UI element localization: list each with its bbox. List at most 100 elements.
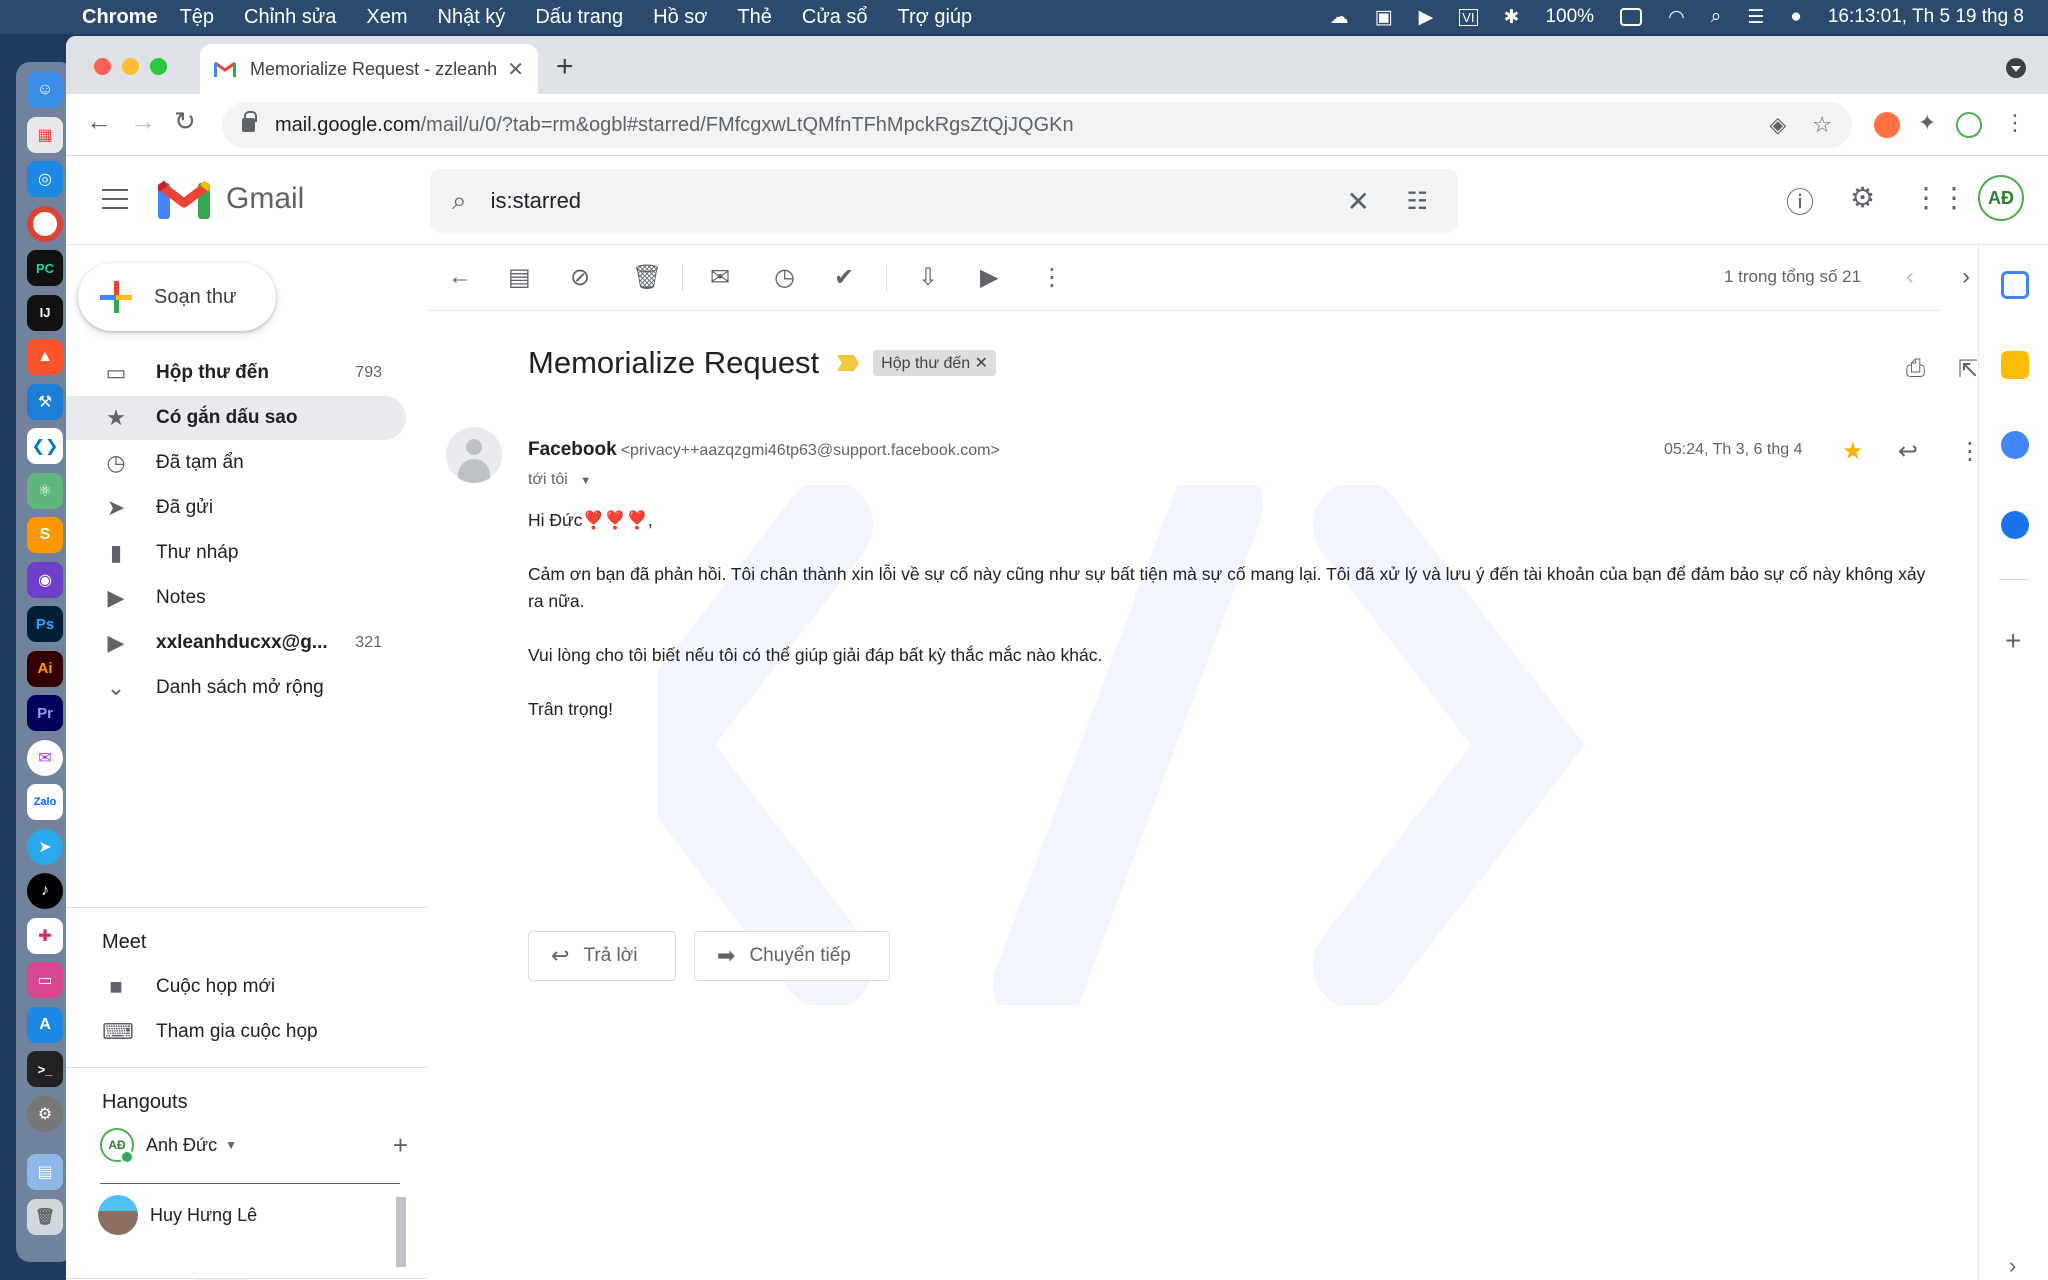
menu-help[interactable]: Trợ giúp	[898, 6, 973, 29]
hangouts-contact[interactable]: Huy Hưng Lê	[98, 1193, 398, 1237]
report-spam-icon[interactable]: ⊘	[570, 263, 590, 292]
settings-gear-icon[interactable]: ⚙	[1850, 181, 1875, 214]
preview-icon[interactable]: ▤	[27, 1154, 63, 1190]
back-to-list-icon[interactable]: ←	[448, 263, 472, 291]
account-avatar[interactable]: AĐ	[1978, 175, 2024, 221]
forward-button[interactable]: ➡ Chuyển tiếp	[694, 931, 890, 981]
meet-new-meeting[interactable]: ■ Cuộc họp mới	[66, 965, 406, 1009]
menu-tab[interactable]: Thẻ	[737, 6, 771, 29]
archive-icon[interactable]: ▤	[508, 263, 531, 292]
get-addons-plus-icon[interactable]: +	[2005, 625, 2021, 657]
add-task-icon[interactable]: ✔	[834, 263, 854, 292]
input-source-icon[interactable]: VI	[1459, 8, 1478, 26]
premiere-icon[interactable]: Pr	[27, 695, 63, 731]
chrome-icon[interactable]	[27, 205, 63, 242]
intellij-icon[interactable]: IJ	[27, 294, 63, 331]
chrome-menu-icon[interactable]: ⋮	[2004, 110, 2026, 136]
atom-icon[interactable]: ⚛	[27, 472, 63, 509]
pycharm-icon[interactable]: PC	[27, 250, 63, 286]
play-icon[interactable]: ▶	[1419, 6, 1434, 29]
reply-icon[interactable]: ↩	[1898, 437, 1918, 466]
print-icon[interactable]: ⎙	[1906, 355, 1925, 383]
tab-search-button[interactable]	[2006, 58, 2026, 78]
sidebar-item-starred[interactable]: ★ Có gắn dấu sao	[66, 396, 406, 440]
gmail-logo[interactable]: Gmail	[158, 179, 304, 219]
zalo-icon[interactable]: Zalo	[27, 784, 63, 820]
menu-view[interactable]: Xem	[366, 6, 407, 29]
compose-button[interactable]: Soạn thư	[78, 263, 276, 331]
mark-unread-icon[interactable]: ✉	[710, 263, 730, 292]
new-tab-button[interactable]: +	[556, 50, 574, 84]
menu-history[interactable]: Nhật ký	[438, 6, 506, 29]
hangouts-scrollbar[interactable]	[396, 1197, 406, 1267]
sidebar-item-sent[interactable]: ➤ Đã gửi	[66, 486, 406, 530]
profile-icon[interactable]	[1956, 112, 1982, 138]
older-chevron-icon[interactable]: ›	[1962, 263, 1970, 291]
zoom-window-button[interactable]	[150, 58, 167, 75]
bluetooth-icon[interactable]: ✱	[1504, 6, 1520, 29]
bookmark-star-icon[interactable]: ☆	[1812, 112, 1832, 138]
sidebar-item-notes[interactable]: ▶ Notes	[66, 576, 406, 620]
search-input[interactable]	[490, 188, 1251, 214]
minimize-window-button[interactable]	[122, 58, 139, 75]
sidebar-item-more[interactable]: ⌄ Danh sách mở rộng	[66, 666, 406, 710]
delete-icon[interactable]: 🗑	[632, 263, 662, 292]
notification-icon[interactable]: ▣	[1375, 6, 1393, 29]
menubar-app-name[interactable]: Chrome	[82, 6, 158, 29]
photo-booth-icon[interactable]: ▭	[27, 962, 63, 998]
github-icon[interactable]: ◉	[27, 561, 63, 598]
labels-icon[interactable]: ▶	[980, 263, 998, 292]
sidebar-item-drafts[interactable]: ▮ Thư nháp	[66, 531, 406, 575]
starred-icon[interactable]: ★	[1842, 437, 1864, 466]
photoshop-icon[interactable]: Ps	[27, 606, 63, 642]
reload-icon[interactable]: ↻	[174, 106, 196, 137]
app-store-icon[interactable]: A	[27, 1006, 63, 1043]
menu-file[interactable]: Tệp	[180, 6, 214, 29]
menu-profiles[interactable]: Hồ sơ	[653, 6, 707, 29]
sender-name[interactable]: Facebook	[528, 439, 617, 460]
xcode-icon[interactable]: ⚒	[27, 383, 63, 420]
add-chat-icon[interactable]: +	[393, 1130, 408, 1161]
help-icon[interactable]: ⓘ	[1786, 181, 1814, 221]
close-tab-icon[interactable]: ✕	[507, 57, 524, 82]
browser-tab[interactable]: Memorialize Request - zzleanh ✕	[200, 44, 538, 94]
hangouts-me[interactable]: AĐ Anh Đức ▼ +	[100, 1123, 408, 1167]
apps-grid-icon[interactable]: ⋮⋮	[1912, 181, 1968, 214]
email-recipients[interactable]: tới tôi ▼	[528, 471, 591, 489]
tasks-icon[interactable]	[2001, 431, 2029, 459]
more-actions-icon[interactable]: ⋮	[1040, 263, 1064, 292]
hide-panel-chevron-icon[interactable]: ›	[2009, 1253, 2016, 1279]
caret-down-icon[interactable]: ▼	[225, 1138, 237, 1152]
tiktok-icon[interactable]: ♪	[27, 873, 63, 909]
reply-button[interactable]: ↩ Trả lời	[528, 931, 676, 981]
search-icon[interactable]: ⌕	[452, 185, 467, 217]
messenger-icon[interactable]: ✉	[27, 739, 63, 776]
meet-join-meeting[interactable]: ⌨ Tham gia cuộc họp	[66, 1010, 406, 1054]
trash-icon[interactable]: 🗑	[27, 1198, 63, 1235]
sidebar-item-snoozed[interactable]: ◷ Đã tạm ẩn	[66, 441, 406, 485]
clear-search-icon[interactable]: ✕	[1347, 185, 1370, 218]
system-preferences-icon[interactable]: ⚙	[27, 1095, 63, 1132]
newer-chevron-icon[interactable]: ‹	[1906, 263, 1914, 291]
address-bar[interactable]: mail.google.com/mail/u/0/?tab=rm&ogbl#st…	[222, 102, 1852, 148]
close-window-button[interactable]	[94, 58, 111, 75]
telegram-icon[interactable]: ➤	[27, 828, 63, 865]
spotlight-icon[interactable]: ⌕	[1711, 6, 1722, 28]
sidebar-item-account-label[interactable]: ▶ xxleanhducxx@g... 321	[66, 621, 406, 665]
terminal-icon[interactable]: >_	[27, 1051, 63, 1087]
extension-fire-icon[interactable]	[1874, 112, 1900, 138]
finder-icon[interactable]: ☺	[27, 72, 63, 108]
importance-marker-icon[interactable]	[837, 355, 860, 371]
menu-edit[interactable]: Chỉnh sửa	[244, 6, 336, 29]
main-menu-icon[interactable]	[102, 189, 128, 209]
wifi-icon[interactable]: ◠	[1668, 6, 1685, 29]
open-new-window-icon[interactable]: ⇱	[1958, 355, 1978, 384]
cloud-icon[interactable]: ☁	[1330, 6, 1349, 29]
launchpad-icon[interactable]: ▦	[27, 116, 63, 153]
move-to-icon[interactable]: ⇩	[918, 263, 938, 292]
lock-icon[interactable]	[242, 111, 257, 132]
keep-icon[interactable]	[2001, 351, 2029, 379]
control-center-icon[interactable]: ☰	[1747, 6, 1764, 29]
brave-icon[interactable]: ▲	[27, 339, 63, 375]
remove-label-icon[interactable]: ✕	[975, 355, 988, 372]
